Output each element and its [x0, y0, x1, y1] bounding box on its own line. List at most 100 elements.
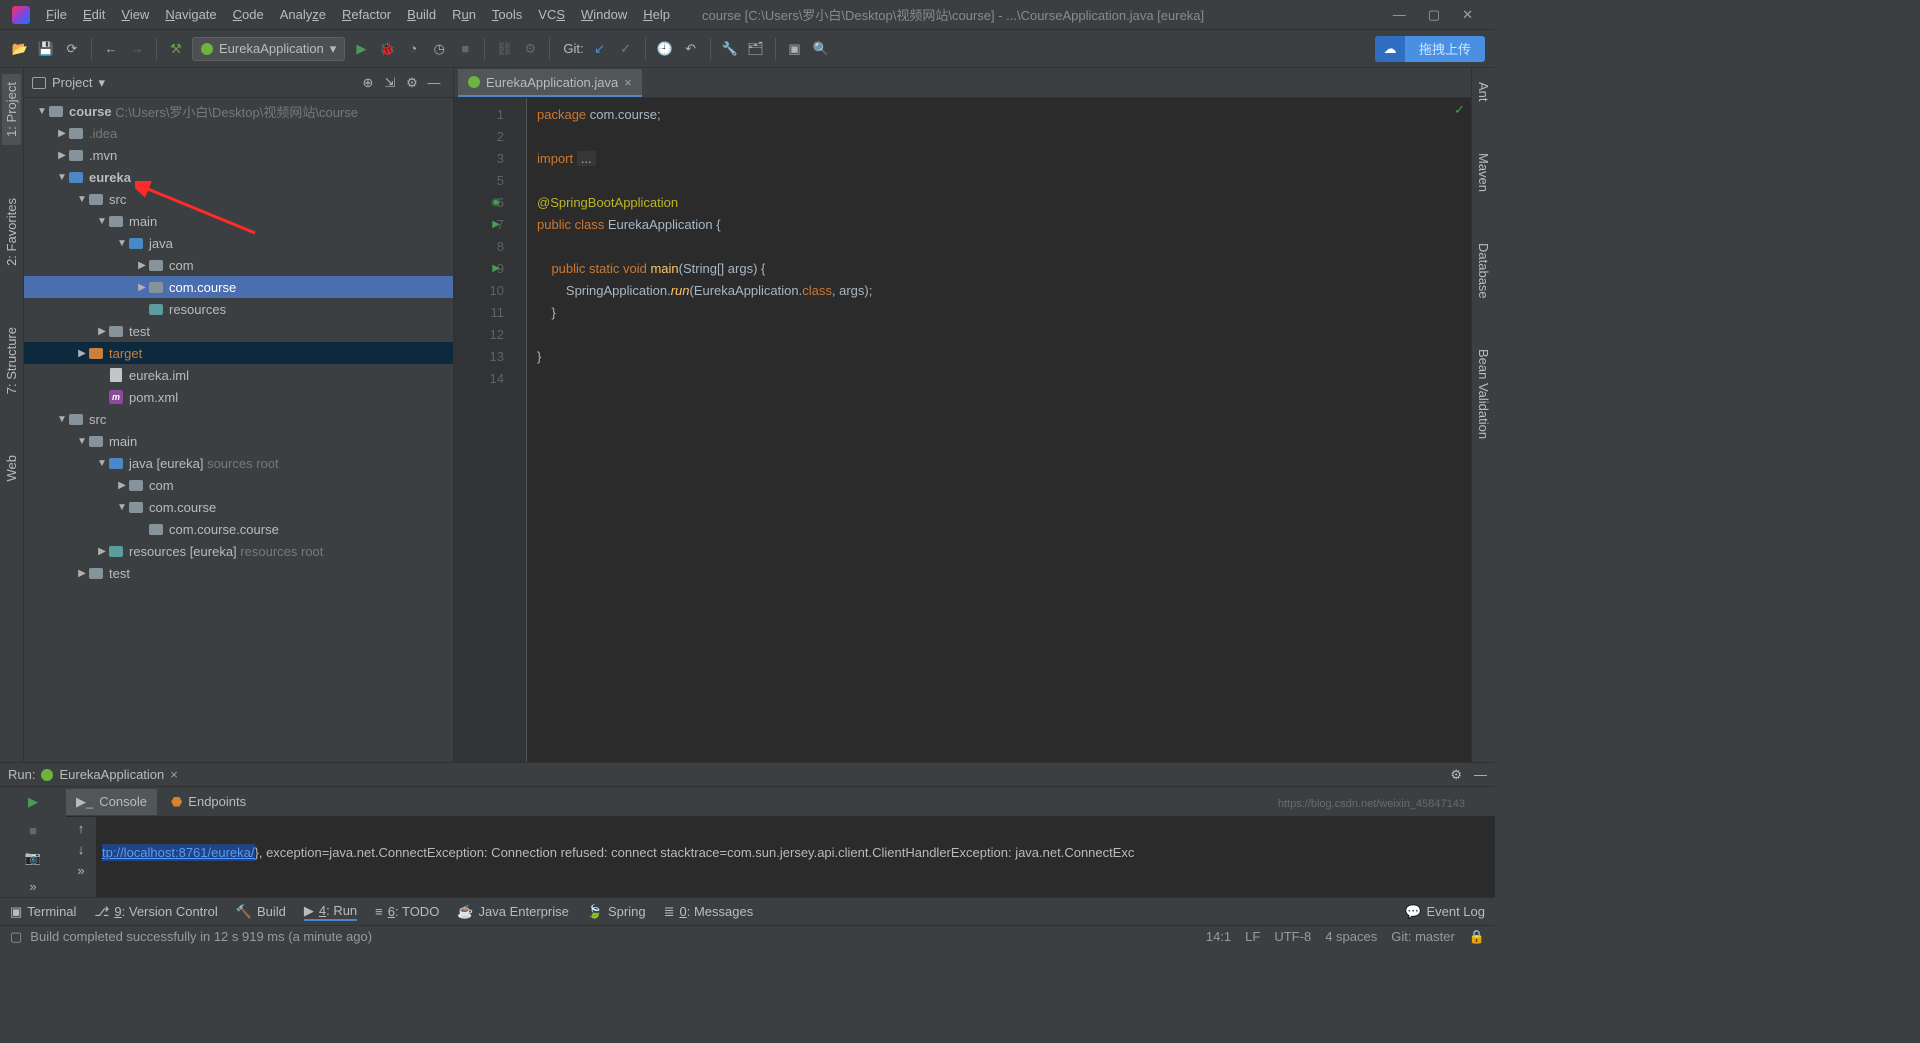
history-icon[interactable]: 🕘	[655, 39, 675, 59]
tree-item-pom[interactable]: ▶mpom.xml	[24, 386, 453, 408]
menu-file[interactable]: File	[38, 3, 75, 26]
gear-icon[interactable]: ⚙	[401, 75, 423, 91]
menu-window[interactable]: Window	[573, 3, 635, 26]
sidebar-tab-structure[interactable]: 7: Structure	[2, 319, 21, 402]
tree-item-com[interactable]: ▶com	[24, 254, 453, 276]
hide-icon[interactable]: —	[423, 75, 445, 90]
status-pos[interactable]: 14:1	[1206, 929, 1231, 944]
sidebar-tab-project[interactable]: 1: Project	[2, 74, 21, 145]
down-icon[interactable]: ↓	[78, 842, 85, 857]
bottom-build[interactable]: 🔨Build	[236, 904, 286, 920]
upload-button[interactable]: ☁ 拖拽上传	[1375, 36, 1485, 62]
stop-icon[interactable]: ■	[455, 39, 475, 59]
tree-item-src2[interactable]: ▼src	[24, 408, 453, 430]
open-icon[interactable]: 📂	[10, 39, 30, 59]
project-tree[interactable]: ▼ course C:\Users\罗小白\Desktop\视频网站\cours…	[24, 98, 453, 762]
tree-item-test[interactable]: ▶test	[24, 320, 453, 342]
menu-view[interactable]: View	[113, 3, 157, 26]
status-indent[interactable]: 4 spaces	[1325, 929, 1377, 944]
camera-icon[interactable]: 📷	[22, 847, 44, 869]
sidebar-tab-ant[interactable]: Ant	[1474, 74, 1493, 110]
menu-edit[interactable]: Edit	[75, 3, 113, 26]
sync-icon[interactable]: ⟳	[62, 39, 82, 59]
rerun-icon[interactable]: ▶	[22, 791, 44, 813]
menu-analyze[interactable]: Analyze	[272, 3, 334, 26]
console-link[interactable]: tp://localhost:8761/eureka/	[102, 844, 255, 861]
menu-help[interactable]: Help	[635, 3, 678, 26]
run-gutter-icon[interactable]: ◉	[491, 192, 500, 214]
tree-item-main2[interactable]: ▼main	[24, 430, 453, 452]
revert-icon[interactable]: ↶	[681, 39, 701, 59]
run-tab-endpoints[interactable]: ⬣Endpoints	[161, 789, 256, 815]
menu-vcs[interactable]: VCS	[530, 3, 573, 26]
tree-item-test2[interactable]: ▶test	[24, 562, 453, 584]
status-lf[interactable]: LF	[1245, 929, 1260, 944]
bottom-javaee[interactable]: ☕Java Enterprise	[457, 904, 569, 920]
status-lock-icon[interactable]: 🔒	[1469, 929, 1485, 945]
sidebar-tab-web[interactable]: Web	[2, 447, 21, 490]
close-icon[interactable]: ✕	[1462, 7, 1473, 23]
maximize-icon[interactable]: ▢	[1428, 7, 1440, 23]
gear-icon[interactable]: ⚙	[1450, 767, 1462, 783]
project-header-label[interactable]: Project	[52, 75, 92, 90]
more-icon[interactable]: »	[77, 863, 84, 878]
sidebar-tab-beanvalidation[interactable]: Bean Validation	[1474, 341, 1493, 447]
tree-item-idea[interactable]: ▶.idea	[24, 122, 453, 144]
run-gutter-icon[interactable]: ▶	[492, 258, 500, 280]
tree-item-com-course-course[interactable]: ▶com.course.course	[24, 518, 453, 540]
inspection-ok-icon[interactable]: ✓	[1454, 102, 1465, 118]
run-gutter-icon[interactable]: ▶	[492, 214, 500, 236]
tree-item-com-course[interactable]: ▶com.course	[24, 276, 453, 298]
avatar-icon[interactable]: ▣	[785, 39, 805, 59]
tree-item-java-eureka[interactable]: ▼java [eureka] sources root	[24, 452, 453, 474]
run-configuration-dropdown[interactable]: EurekaApplication ▾	[192, 37, 345, 61]
profile-icon[interactable]: ◷	[429, 39, 449, 59]
forward-icon[interactable]: →	[127, 39, 147, 59]
tree-item-src[interactable]: ▼src	[24, 188, 453, 210]
menu-refactor[interactable]: Refactor	[334, 3, 399, 26]
editor-tab-eureka[interactable]: EurekaApplication.java ×	[458, 69, 642, 97]
run-icon[interactable]: ▶	[351, 39, 371, 59]
minimize-icon[interactable]: —	[1393, 7, 1406, 23]
close-icon[interactable]: ×	[624, 75, 632, 90]
menu-run[interactable]: Run	[444, 3, 484, 26]
code-area[interactable]: package com.course; import ... @SpringBo…	[526, 98, 1471, 762]
status-git[interactable]: Git: master	[1391, 929, 1455, 944]
sidebar-tab-database[interactable]: Database	[1474, 235, 1493, 307]
attach-icon[interactable]: ⛓	[494, 39, 514, 59]
tree-item-java[interactable]: ▼java	[24, 232, 453, 254]
search-icon[interactable]: 🔍	[811, 39, 831, 59]
tree-item-eureka[interactable]: ▼eureka	[24, 166, 453, 188]
tree-item-main[interactable]: ▼main	[24, 210, 453, 232]
close-icon[interactable]: ×	[170, 767, 178, 782]
sidebar-tab-favorites[interactable]: 2: Favorites	[2, 190, 21, 274]
tree-item-com-course2[interactable]: ▼com.course	[24, 496, 453, 518]
tree-item-resources[interactable]: ▶resources	[24, 298, 453, 320]
tree-item-com2[interactable]: ▶com	[24, 474, 453, 496]
bottom-todo[interactable]: ≡6: TODO	[375, 904, 439, 919]
menu-code[interactable]: Code	[225, 3, 272, 26]
tree-item-mvn[interactable]: ▶.mvn	[24, 144, 453, 166]
up-icon[interactable]: ↑	[78, 821, 85, 836]
menu-build[interactable]: Build	[399, 3, 444, 26]
run-tab-console[interactable]: ▶_Console	[66, 789, 157, 815]
back-icon[interactable]: ←	[101, 39, 121, 59]
tree-item-target[interactable]: ▶target	[24, 342, 453, 364]
bottom-run[interactable]: ▶4: Run	[304, 903, 357, 921]
tree-root[interactable]: ▼ course C:\Users\罗小白\Desktop\视频网站\cours…	[24, 100, 453, 122]
locate-icon[interactable]: ⊕	[357, 75, 379, 91]
debug-icon[interactable]: 🐞	[377, 39, 397, 59]
hide-icon[interactable]: —	[1474, 767, 1487, 782]
sidebar-tab-maven[interactable]: Maven	[1474, 145, 1493, 200]
tree-item-resources-eureka[interactable]: ▶resources [eureka] resources root	[24, 540, 453, 562]
menu-tools[interactable]: Tools	[484, 3, 530, 26]
editor-body[interactable]: 1235 6◉ 7▶ 8 9▶ 1011121314 package com.c…	[454, 98, 1471, 762]
bottom-terminal[interactable]: ▣Terminal	[10, 904, 76, 920]
console-output[interactable]: tp://localhost:8761/eureka/}, exception=…	[96, 817, 1495, 897]
menu-navigate[interactable]: Navigate	[157, 3, 224, 26]
build-icon[interactable]: ⚒	[166, 39, 186, 59]
bottom-messages[interactable]: ≣0: Messages	[664, 904, 754, 920]
git-commit-icon[interactable]: ✓	[616, 39, 636, 59]
tree-item-eureka-iml[interactable]: ▶eureka.iml	[24, 364, 453, 386]
services-icon[interactable]: ⚙	[520, 39, 540, 59]
